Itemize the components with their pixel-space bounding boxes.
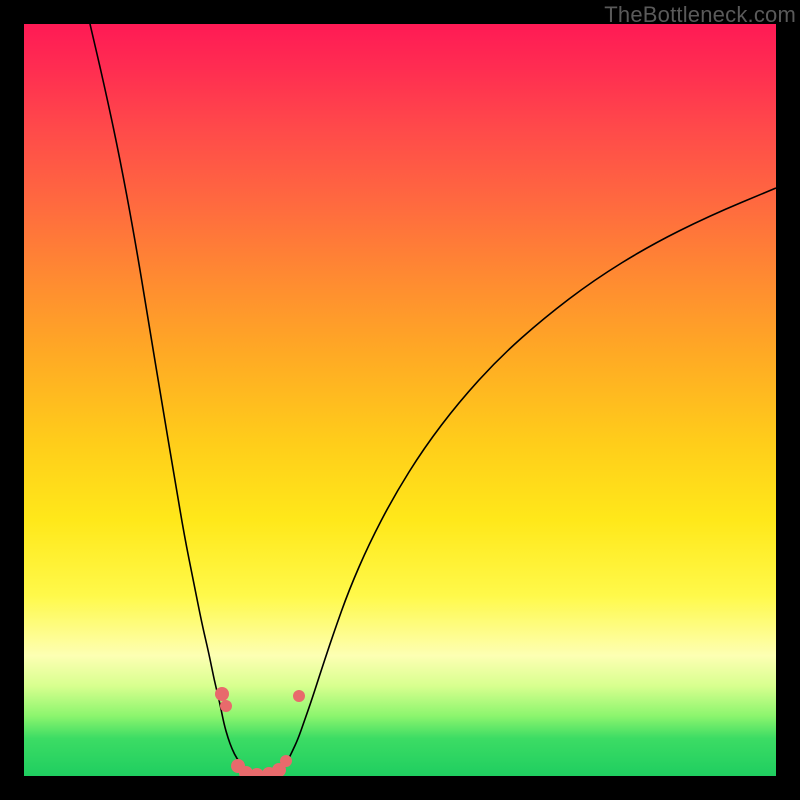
chart-frame	[24, 24, 776, 776]
plot-gradient-background	[24, 24, 776, 776]
watermark-text: TheBottleneck.com	[604, 2, 796, 28]
